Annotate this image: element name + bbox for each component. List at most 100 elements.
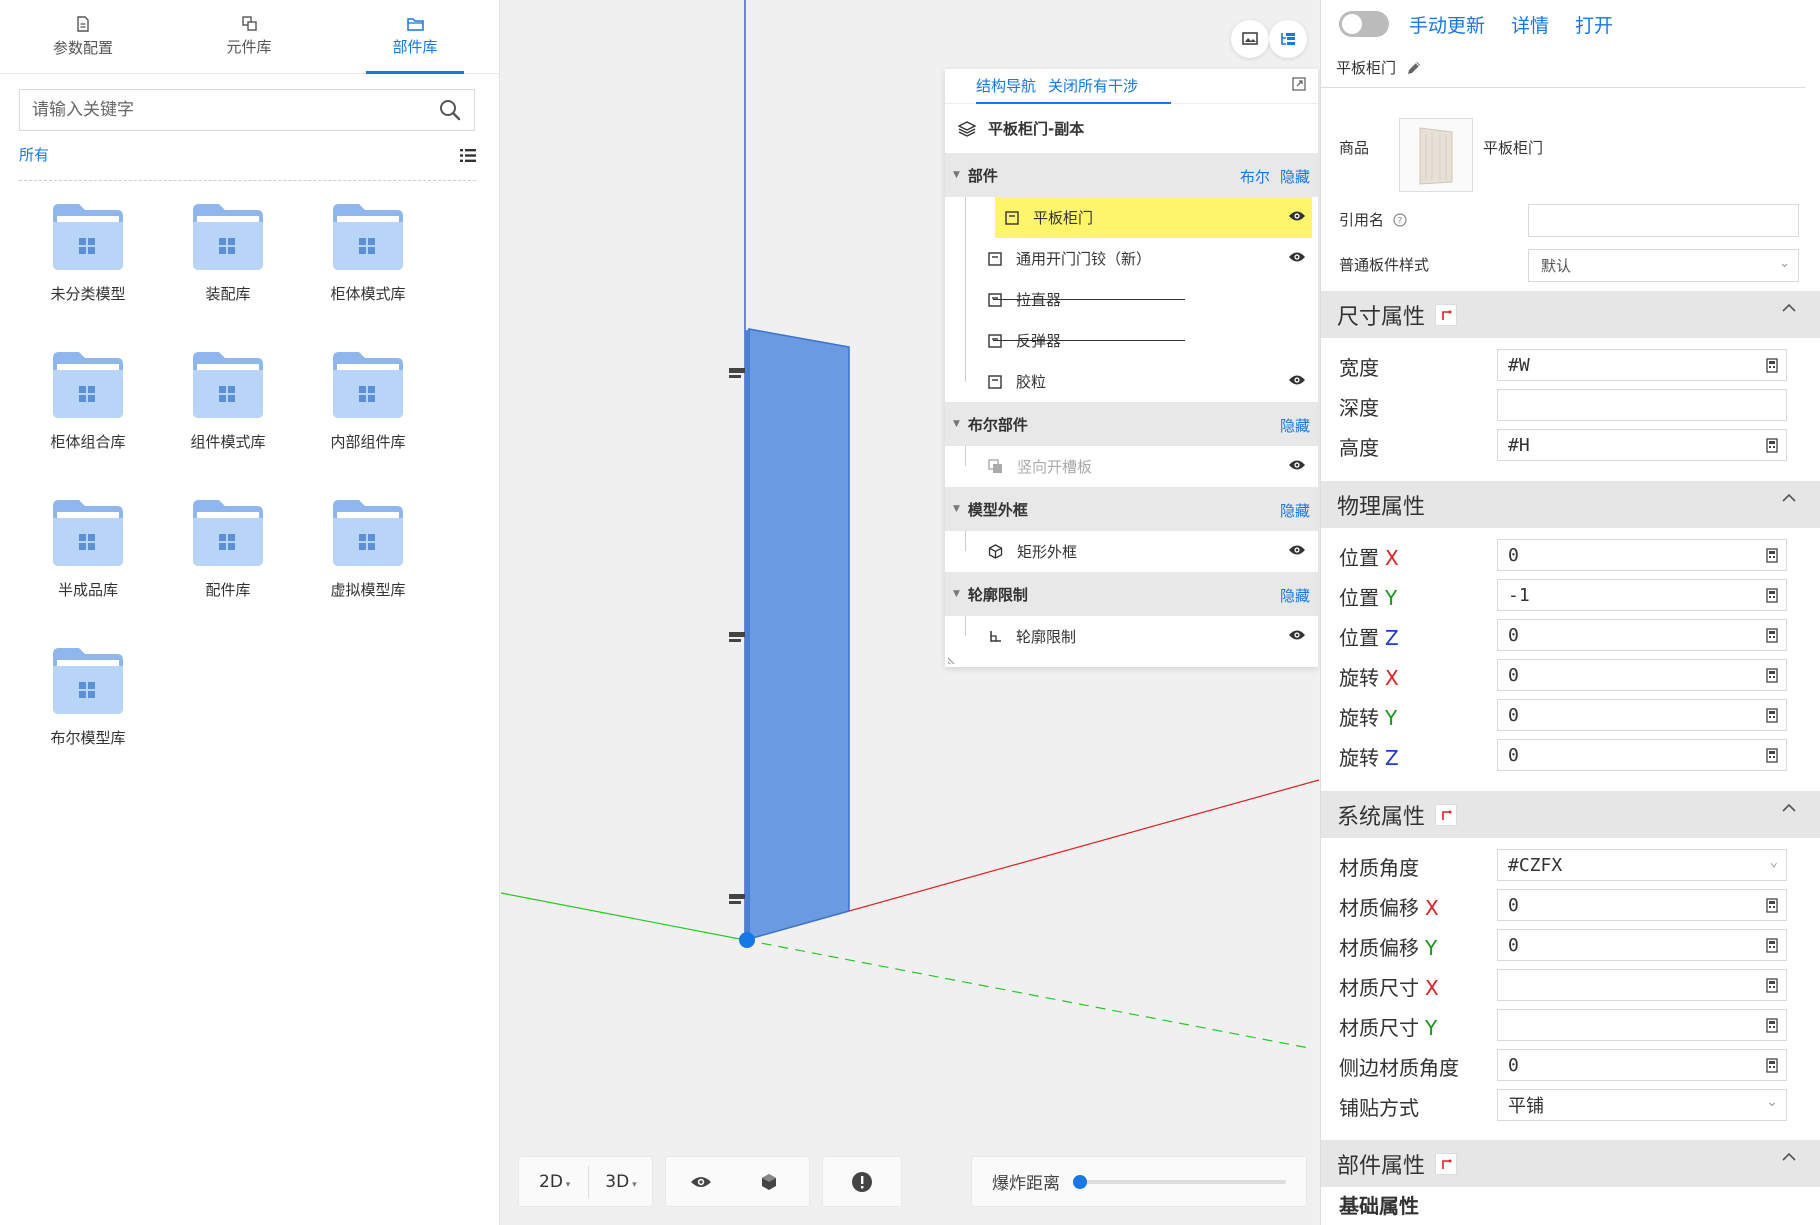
- width-input[interactable]: #W: [1497, 349, 1787, 381]
- formula-mark-icon[interactable]: [1435, 1152, 1458, 1175]
- height-input[interactable]: #H: [1497, 429, 1787, 461]
- view-3d-button[interactable]: 3D ▾: [605, 1172, 636, 1192]
- tree-node-door[interactable]: 平板柜门: [995, 197, 1312, 238]
- formula-mark-icon[interactable]: [1435, 303, 1458, 326]
- warning-icon[interactable]: [851, 1171, 873, 1193]
- hide-button[interactable]: 隐藏: [1280, 168, 1310, 186]
- calculator-icon[interactable]: [1766, 938, 1778, 953]
- hide-button[interactable]: 隐藏: [1280, 502, 1310, 520]
- tab-params[interactable]: 参数配置: [0, 0, 166, 73]
- eye-icon[interactable]: [1288, 374, 1306, 386]
- search-input[interactable]: [32, 100, 438, 120]
- expand-icon[interactable]: [1292, 77, 1306, 91]
- filter-all[interactable]: 所有: [19, 146, 49, 164]
- folder-item[interactable]: 虚拟模型库: [298, 498, 438, 600]
- eye-icon[interactable]: [1288, 629, 1306, 641]
- explode-slider[interactable]: [1073, 1174, 1286, 1189]
- tree-node-bumper[interactable]: 胶粒: [945, 361, 1318, 402]
- material-size-y-input[interactable]: [1497, 1009, 1787, 1041]
- folder-item[interactable]: 未分类模型: [18, 202, 158, 304]
- list-view-icon[interactable]: [460, 148, 476, 163]
- explode-slider-handle[interactable]: [1073, 1174, 1087, 1189]
- group-parts[interactable]: ▼ 部件 布尔 隐藏: [945, 153, 1318, 197]
- calculator-icon[interactable]: [1766, 548, 1778, 563]
- chevron-up-icon[interactable]: [1781, 803, 1797, 813]
- group-outer-frame[interactable]: ▼ 模型外框 隐藏: [945, 487, 1318, 531]
- edge-angle-input[interactable]: 0: [1497, 1049, 1787, 1081]
- tab-components[interactable]: 元件库: [166, 0, 332, 73]
- material-offset-x-input[interactable]: 0: [1497, 889, 1787, 921]
- auto-update-toggle[interactable]: [1339, 11, 1389, 37]
- calculator-icon[interactable]: [1766, 438, 1778, 453]
- material-angle-select[interactable]: #CZFX ⌄: [1497, 849, 1787, 881]
- pos-x-input[interactable]: 0: [1497, 539, 1787, 571]
- calculator-icon[interactable]: [1766, 628, 1778, 643]
- goods-thumbnail[interactable]: [1399, 118, 1473, 192]
- eye-icon[interactable]: [1288, 251, 1306, 263]
- chevron-up-icon[interactable]: [1781, 1152, 1797, 1162]
- folder-item[interactable]: 柜体组合库: [18, 350, 158, 452]
- eye-icon[interactable]: [1288, 544, 1306, 556]
- rot-y-input[interactable]: 0: [1497, 699, 1787, 731]
- folder-item[interactable]: 装配库: [158, 202, 298, 304]
- formula-mark-icon[interactable]: [1435, 803, 1458, 826]
- folder-item[interactable]: 组件模式库: [158, 350, 298, 452]
- rot-x-input[interactable]: 0: [1497, 659, 1787, 691]
- calculator-icon[interactable]: [1766, 748, 1778, 763]
- hide-button[interactable]: 隐藏: [1280, 417, 1310, 435]
- calculator-icon[interactable]: [1766, 978, 1778, 993]
- calculator-icon[interactable]: [1766, 1058, 1778, 1073]
- eye-icon[interactable]: [1288, 459, 1306, 471]
- pos-z-input[interactable]: 0: [1497, 619, 1787, 651]
- caret-down-icon[interactable]: ▼: [953, 170, 960, 180]
- folder-item[interactable]: 半成品库: [18, 498, 158, 600]
- resize-handle-icon[interactable]: [947, 653, 959, 665]
- view-2d-button[interactable]: 2D ▾: [539, 1172, 570, 1192]
- folder-item[interactable]: 内部组件库: [298, 350, 438, 452]
- tree-node-slot[interactable]: 竖向开槽板: [945, 446, 1318, 487]
- tab-structure-nav[interactable]: 结构导航: [976, 75, 1036, 103]
- eye-icon[interactable]: [690, 1175, 712, 1189]
- tree-node-box[interactable]: 矩形外框: [945, 531, 1318, 572]
- paste-mode-select[interactable]: 平铺 ⌄: [1497, 1089, 1787, 1121]
- tree-node-hinge[interactable]: 通用开门门铰（新）: [945, 238, 1318, 279]
- material-size-x-input[interactable]: [1497, 969, 1787, 1001]
- structure-toggle-button[interactable]: [1269, 20, 1307, 58]
- tree-node-rebound[interactable]: 反弹器: [945, 320, 1318, 361]
- caret-down-icon[interactable]: ▼: [953, 504, 960, 514]
- calculator-icon[interactable]: [1766, 588, 1778, 603]
- folder-item[interactable]: 配件库: [158, 498, 298, 600]
- rot-z-input[interactable]: 0: [1497, 739, 1787, 771]
- calculator-icon[interactable]: [1766, 708, 1778, 723]
- close-interference-button[interactable]: 关闭所有干涉: [1048, 75, 1138, 103]
- caret-down-icon[interactable]: ▼: [953, 419, 960, 429]
- tree-root[interactable]: 平板柜门-副本: [945, 104, 1318, 153]
- group-bool-parts[interactable]: ▼ 布尔部件 隐藏: [945, 402, 1318, 446]
- manual-update-link[interactable]: 手动更新: [1409, 11, 1485, 38]
- material-offset-y-input[interactable]: 0: [1497, 929, 1787, 961]
- component-section-header[interactable]: 部件属性: [1321, 1140, 1820, 1187]
- edit-pencil-icon[interactable]: [1406, 60, 1422, 76]
- cube-icon[interactable]: [760, 1173, 778, 1191]
- folder-item[interactable]: 柜体模式库: [298, 202, 438, 304]
- screenshot-button[interactable]: [1231, 20, 1269, 58]
- help-icon[interactable]: ?: [1393, 213, 1407, 227]
- calculator-icon[interactable]: [1766, 1018, 1778, 1033]
- tree-node-limit[interactable]: 轮廓限制: [945, 616, 1318, 657]
- open-link[interactable]: 打开: [1575, 11, 1613, 38]
- size-section-header[interactable]: 尺寸属性: [1321, 291, 1820, 338]
- physics-section-header[interactable]: 物理属性: [1321, 481, 1820, 528]
- tree-node-puller[interactable]: 拉直器: [945, 279, 1318, 320]
- folder-item[interactable]: 布尔模型库: [18, 646, 158, 748]
- boolean-button[interactable]: 布尔: [1240, 168, 1270, 186]
- group-contour[interactable]: ▼ 轮廓限制 隐藏: [945, 572, 1318, 616]
- calculator-icon[interactable]: [1766, 898, 1778, 913]
- calculator-icon[interactable]: [1766, 668, 1778, 683]
- chevron-up-icon[interactable]: [1781, 493, 1797, 503]
- chevron-up-icon[interactable]: [1781, 303, 1797, 313]
- hide-button[interactable]: 隐藏: [1280, 587, 1310, 605]
- eye-icon[interactable]: [1288, 210, 1306, 222]
- tab-parts[interactable]: 部件库: [332, 0, 498, 74]
- ref-name-input[interactable]: [1528, 204, 1799, 237]
- depth-input[interactable]: [1497, 389, 1787, 421]
